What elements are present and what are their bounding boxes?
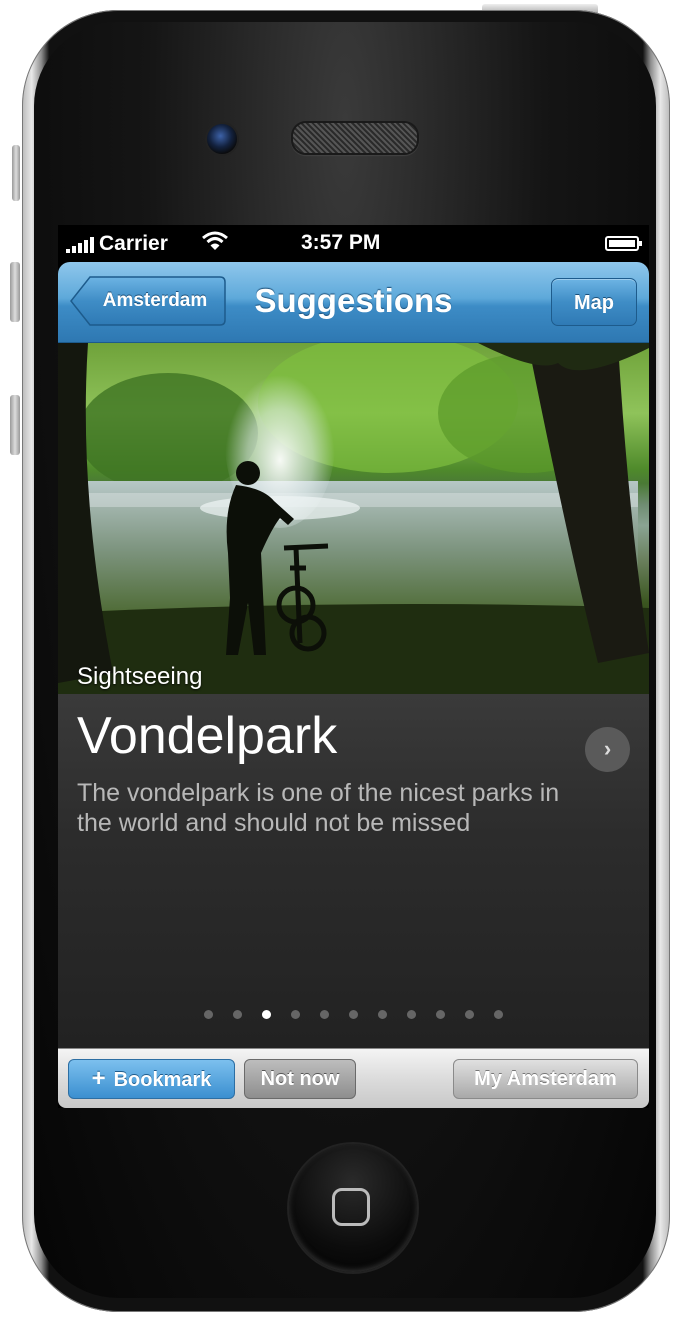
page-dot[interactable] [320,1010,329,1019]
bottom-toolbar: + Bookmark Not now My Amsterdam [58,1048,649,1108]
back-button[interactable]: Amsterdam [70,276,226,326]
page-dot[interactable] [436,1010,445,1019]
page-dot[interactable] [378,1010,387,1019]
chevron-right-icon: › [603,736,612,761]
page-dot[interactable] [204,1010,213,1019]
suggestion-details: Vondelpark › The vondelpark is one of th… [58,694,649,1048]
page-dot[interactable] [407,1010,416,1019]
park-photo-illustration [58,343,649,694]
page-dot[interactable] [465,1010,474,1019]
screen: Carrier 3:57 PM Amsterdam Suggestions Ma… [58,225,649,1108]
detail-disclosure-button[interactable]: › [585,727,630,772]
my-amsterdam-button[interactable]: My Amsterdam [453,1059,638,1099]
page-title: Suggestions [254,282,453,319]
page-dot[interactable] [349,1010,358,1019]
page-indicator[interactable] [58,1006,649,1022]
page-dot[interactable] [291,1010,300,1019]
carrier-name: Carrier [99,232,168,255]
page-dot[interactable] [494,1010,503,1019]
mute-switch[interactable] [12,145,20,201]
earpiece-speaker [291,121,419,155]
bookmark-label: Bookmark [113,1069,212,1091]
status-bar: Carrier 3:57 PM [58,225,649,262]
page-dot[interactable] [233,1010,242,1019]
suggestion-photo[interactable]: Sightseeing [58,343,649,694]
home-square-icon [332,1188,370,1226]
suggestion-category: Sightseeing [77,663,203,690]
battery-icon [605,236,642,251]
home-button[interactable] [289,1144,417,1272]
map-button[interactable]: Map [551,278,637,326]
wifi-icon [200,229,230,259]
bookmark-button[interactable]: + Bookmark [68,1059,235,1099]
volume-down-button[interactable] [10,395,20,455]
page-dot[interactable] [262,1010,271,1019]
volume-up-button[interactable] [10,262,20,322]
signal-bars-icon [66,237,100,253]
navigation-bar: Amsterdam Suggestions Map [58,262,649,343]
suggestion-title: Vondelpark [77,707,338,765]
not-now-button[interactable]: Not now [244,1059,356,1099]
status-time: 3:57 PM [301,231,381,254]
back-button-label: Amsterdam [102,290,208,311]
plus-icon: + [91,1065,106,1092]
suggestion-description: The vondelpark is one of the nicest park… [77,779,560,837]
front-camera [205,122,239,156]
